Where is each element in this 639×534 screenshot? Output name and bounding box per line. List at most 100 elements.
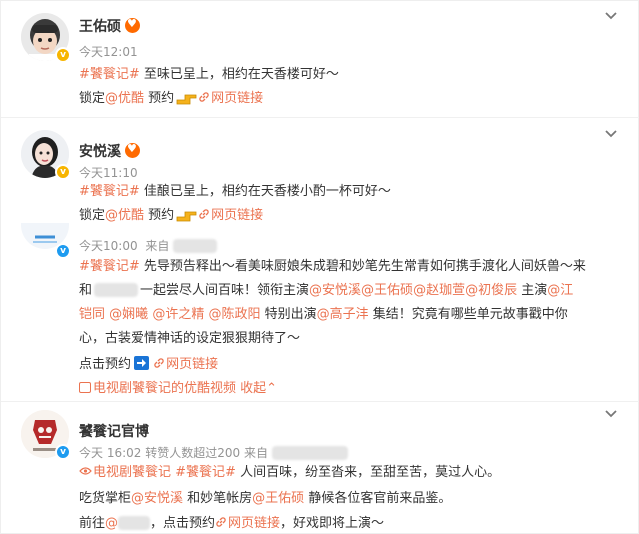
verified-badge-icon: v [55,243,71,259]
text-fragment: 和 [79,283,93,298]
web-link-label[interactable]: 网页链接 [228,516,280,531]
post-meta: 今天 16:02 转赞人数超过200 来自 [79,444,348,461]
post-time[interactable]: 今天 16:02 [79,446,141,460]
post-time[interactable]: 今天12:01 [79,43,138,60]
super-topic-label[interactable]: 电视剧饕餮记 [93,465,171,480]
post-body: 人间百味，纷至沓来，至甜至苦，莫过人心。 [235,465,501,480]
text-fragment: 特别出演 [260,307,317,322]
mention-xuzhijing[interactable]: @许之精 [152,307,204,322]
hashtag-link[interactable]: #饕餮记# [79,259,140,274]
reserve-label: 预约 [144,91,175,106]
super-topic-link[interactable]: 电视剧饕餮记 [79,465,171,480]
source-label: 来自 [243,446,268,460]
reserve-line: 锁定@优酷 预约 网页链接 [79,89,263,111]
tv-icon [79,382,91,393]
mention-wangyoushuo[interactable]: @王佑硕 [252,491,304,506]
video-line: 电视剧饕餮记的优酷视频 收起⌃ [79,379,277,398]
link-icon [199,92,209,102]
collapse-button[interactable]: 收起⌃ [236,381,277,396]
post-text-line3: 前往@ ，点击预约 网页链接，好戏即将上演～ [79,514,384,533]
hashtag-link[interactable]: #饕餮记# [175,465,236,480]
web-link[interactable]: 网页链接 [215,516,280,531]
post-text-line1: 电视剧饕餮记 #饕餮记# 人间百味，纷至沓来，至甜至苦，莫过人心。 [79,463,500,482]
username[interactable]: 安悦溪 [79,141,140,161]
post-time[interactable]: 今天11:10 [79,164,138,181]
mention-anyuexi[interactable]: @安悦溪 [131,491,183,506]
text-fragment: ，好戏即将上演～ [280,516,385,531]
web-link-label[interactable]: 网页链接 [211,208,263,223]
divider [1,401,639,402]
username-text[interactable]: 王佑硕 [79,19,121,35]
post-text-line2: 和 一起尝尽人间百味！领衔主演@安悦溪@王佑硕@赵珈萱@初俊辰 主演@江 [79,281,573,300]
text-fragment: 一起尝尽人间百味！领衔主演 [140,283,310,298]
collapse-label[interactable]: 收起 [236,381,266,396]
text-fragment: 吃货掌柜 [79,491,132,506]
text-fragment: 集结！究竟有哪些单元故事戳中你 [368,307,568,322]
super-topic-icon [79,467,92,475]
redacted-name [118,516,151,530]
mention-zhaojiaxuan[interactable]: @赵珈萱 [413,283,465,298]
post-text-line4: 心，古装爱情神话的设定狠狠期待了～ [79,331,301,346]
post-text-line2: 吃货掌柜@安悦溪 和妙笔帐房@王佑硕 静候各位客官前来品鉴。 [79,489,451,508]
reserve-label: 预约 [144,208,175,223]
source-redacted [173,239,218,253]
link-icon [199,209,209,219]
web-link[interactable]: 网页链接 [153,357,218,372]
mention-jiangkaitong[interactable]: @江 [547,283,573,298]
chevron-down-icon[interactable] [602,7,620,25]
mention-gaozifeng[interactable]: @高子沣 [317,307,369,322]
text-fragment: 和妙笔帐房 [183,491,253,506]
text-fragment: 静候各位客官前来品鉴。 [304,491,452,506]
reserve-line: 点击预约 网页链接 [79,355,218,374]
username[interactable]: 王佑硕 [79,16,140,36]
chevron-down-icon[interactable] [602,405,620,423]
reserve-label: 点击预约 [79,357,132,372]
post-body: 先导预告释出～看美味厨娘朱成碧和妙笔先生常青如何携手渡化人间妖兽～来 [139,259,586,274]
text-fragment: 主演 [517,283,548,298]
divider [1,117,639,118]
mention-chujunchen[interactable]: @初俊辰 [465,283,517,298]
web-link-label[interactable]: 网页链接 [211,91,263,106]
mention-anyuexi[interactable]: @安悦溪 [309,283,361,298]
web-link-label[interactable]: 网页链接 [166,357,218,372]
chevron-up-icon: ⌃ [266,381,278,396]
post-body: 佳酿已呈上，相约在天香楼小酌一杯可好～ [139,184,391,199]
username[interactable]: 饕餮记官博 [79,421,149,441]
post-time[interactable]: 今天10:00 [79,239,138,253]
source-label: 来自 [145,239,170,253]
mention-chenzhengyang[interactable]: @陈政阳 [208,307,260,322]
web-link[interactable]: 网页链接 [198,208,263,223]
lock-label: 锁定 [79,91,106,106]
pointing-hand-icon [176,91,198,111]
video-link-label[interactable]: 电视剧饕餮记的优酷视频 [93,381,236,396]
chevron-down-icon[interactable] [602,125,620,143]
mention-youku[interactable]: @优酷 [105,208,144,223]
mention-redacted[interactable]: @ [105,516,118,531]
verified-badge-icon: v [55,444,71,460]
post-meta: 今天10:00 来自 [79,237,218,254]
post-body: 至味已呈上，相约在天香楼可好～ [139,67,339,82]
post-text-line1: #饕餮记# 先导预告释出～看美味厨娘朱成碧和妙笔先生常青如何携手渡化人间妖兽～来 [79,257,586,276]
lock-label: 锁定 [79,208,106,223]
redacted-name [94,283,139,297]
mention-jianxi[interactable]: @娴曦 [109,307,148,322]
fan-heart-icon [125,17,140,33]
fan-heart-icon [125,142,140,158]
video-link[interactable]: 电视剧饕餮记的优酷视频 [79,381,236,396]
verified-badge-icon: v [55,47,71,63]
web-link[interactable]: 网页链接 [198,91,263,106]
hashtag-link[interactable]: #饕餮记# [79,67,140,82]
mention-wangyoushuo[interactable]: @王佑硕 [361,283,413,298]
mention-youku[interactable]: @优酷 [105,91,144,106]
text-fragment: ，点击预约 [150,516,216,531]
post-text-line3: 铠同 @娴曦 @许之精 @陈政阳 特别出演@高子沣 集结！究竟有哪些单元故事戳中… [79,305,568,324]
post-text: #饕餮记# 至味已呈上，相约在天香楼可好～ [79,65,339,84]
hashtag-link[interactable]: #饕餮记# [79,184,140,199]
mention-jiangkaitong-cont[interactable]: 铠同 [79,307,105,322]
source-redacted [271,446,348,460]
link-icon [154,358,164,368]
verified-badge-icon: v [55,164,71,180]
username-text[interactable]: 安悦溪 [79,144,121,160]
text-fragment: 前往 [79,516,106,531]
repost-count: 转赞人数超过200 [141,446,244,460]
